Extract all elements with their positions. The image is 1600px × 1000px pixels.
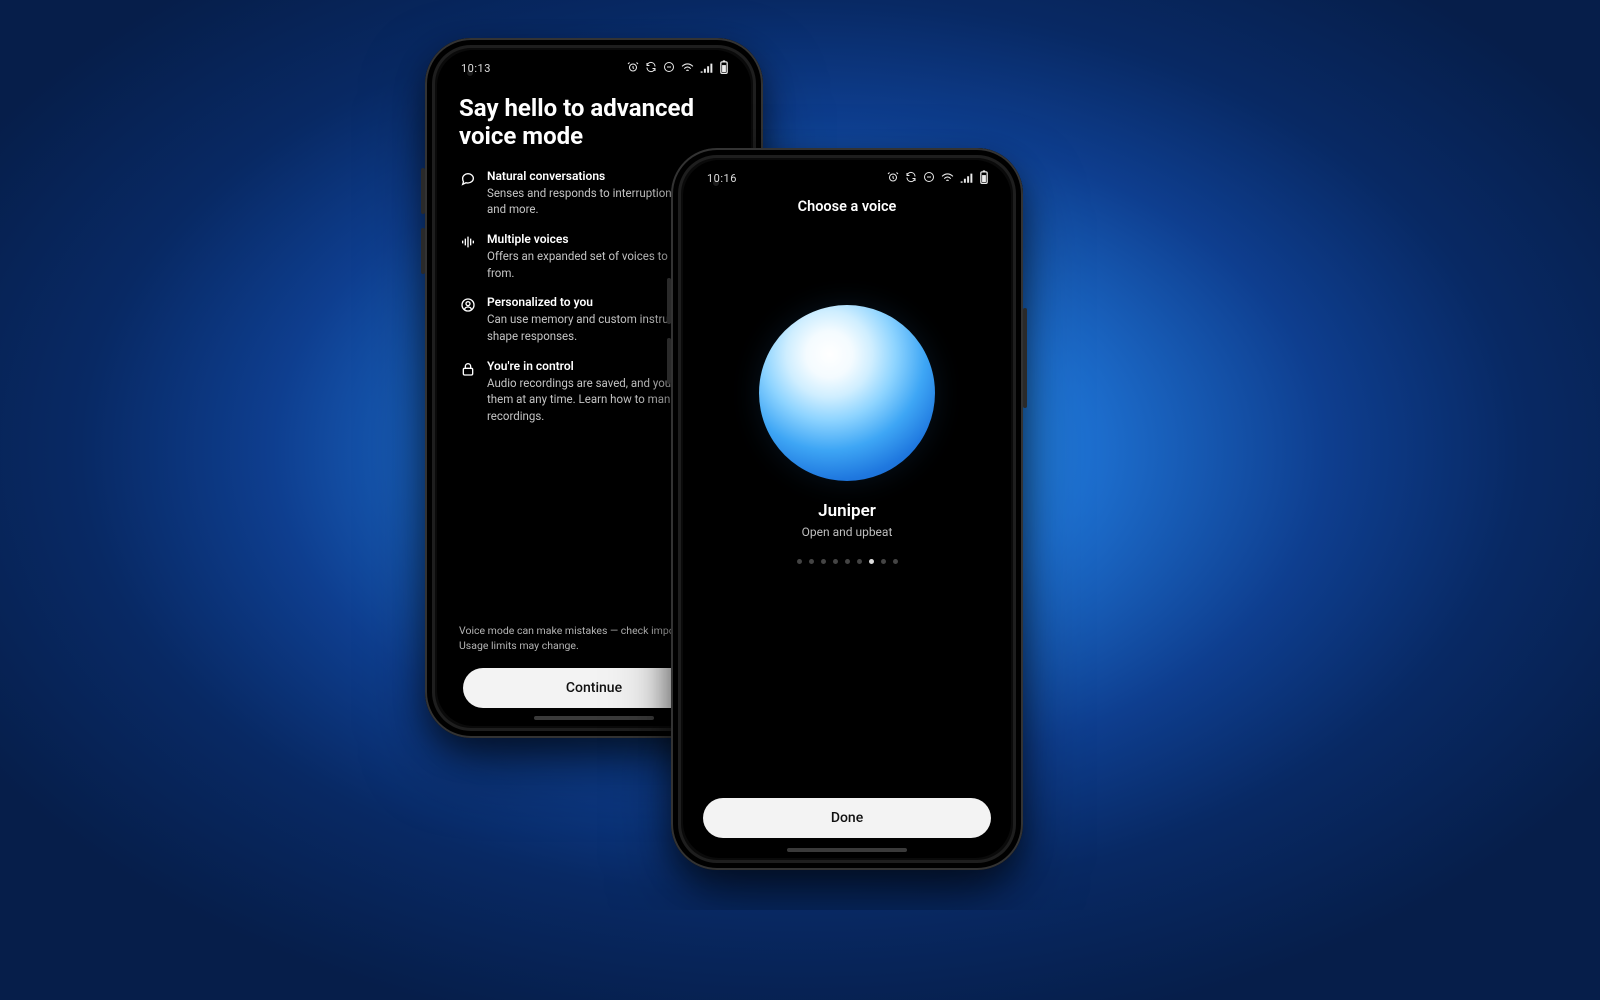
battery-icon: [719, 60, 729, 76]
sync-icon: [645, 61, 657, 75]
pager-dot[interactable]: [881, 559, 886, 564]
status-bar: 10:16: [683, 160, 1011, 192]
signal-icon: [960, 172, 973, 185]
wifi-icon: [941, 172, 954, 185]
wifi-icon: [681, 62, 694, 75]
pager-dots[interactable]: [797, 559, 898, 564]
do-not-disturb-icon: [663, 61, 675, 75]
status-indicators: [627, 60, 729, 76]
voice-orb[interactable]: [759, 305, 935, 481]
status-bar: 10:13: [437, 50, 751, 82]
battery-icon: [979, 170, 989, 186]
chat-bubble-icon: [459, 169, 477, 218]
pager-dot[interactable]: [821, 559, 826, 564]
pager-dot[interactable]: [797, 559, 802, 564]
do-not-disturb-icon: [923, 171, 935, 185]
alarm-icon: [887, 171, 899, 185]
lock-icon: [459, 359, 477, 425]
alarm-icon: [627, 61, 639, 75]
intro-title: Say hello to advanced voice mode: [459, 94, 729, 151]
pager-dot[interactable]: [833, 559, 838, 564]
pager-dot[interactable]: [893, 559, 898, 564]
sync-icon: [905, 171, 917, 185]
status-time: 10:13: [461, 62, 491, 75]
gesture-handle[interactable]: [787, 848, 907, 852]
pager-dot[interactable]: [809, 559, 814, 564]
pager-dot[interactable]: [845, 559, 850, 564]
pager-dot[interactable]: [869, 559, 874, 564]
status-time: 10:16: [707, 172, 737, 185]
soundwave-icon: [459, 232, 477, 281]
person-icon: [459, 295, 477, 344]
done-button[interactable]: Done: [703, 798, 991, 838]
voice-description: Open and upbeat: [802, 525, 893, 539]
status-indicators: [887, 170, 989, 186]
phone-voice-chooser: 10:16 Choose a voice: [671, 148, 1023, 870]
voice-name: Juniper: [818, 501, 876, 521]
signal-icon: [700, 62, 713, 75]
gesture-handle[interactable]: [534, 716, 654, 720]
chooser-heading: Choose a voice: [798, 198, 897, 215]
pager-dot[interactable]: [857, 559, 862, 564]
